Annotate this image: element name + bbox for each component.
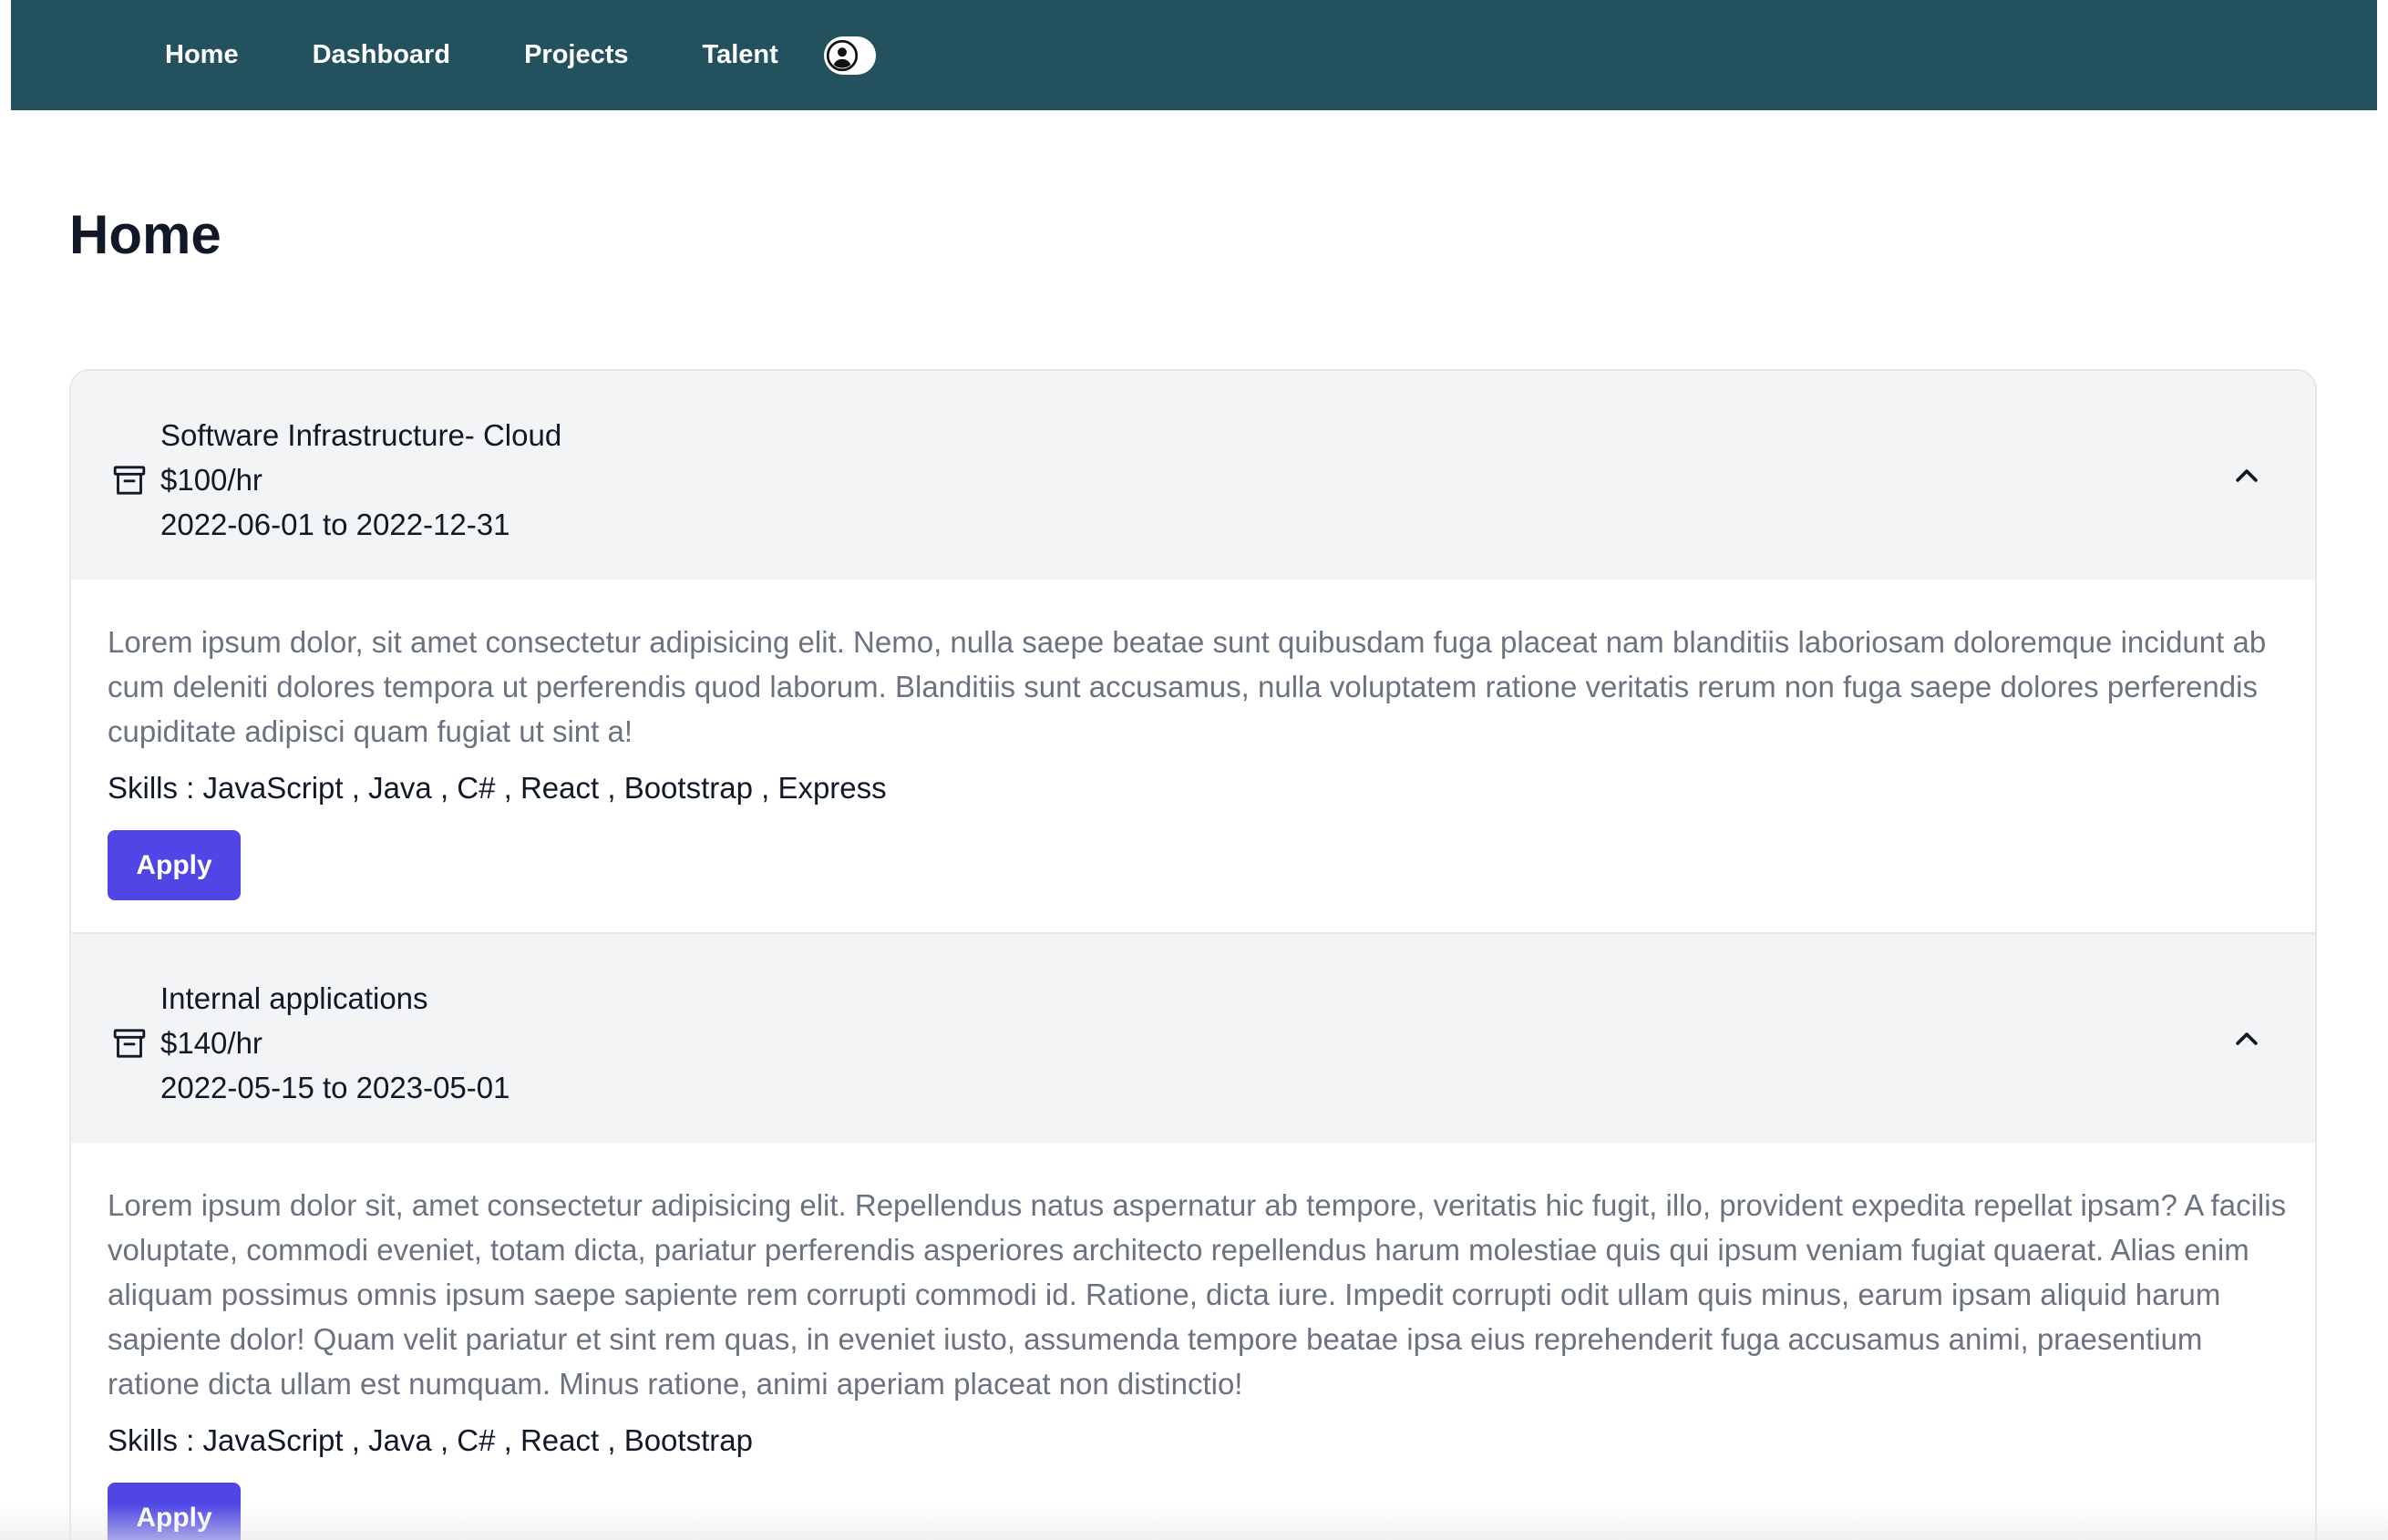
projects-accordion: Software Infrastructure- Cloud $100/hr 2… (69, 369, 2317, 1540)
nav-link-home[interactable]: Home (165, 42, 239, 68)
project-name: Software Infrastructure- Cloud (160, 418, 562, 452)
nav-link-projects[interactable]: Projects (524, 42, 628, 68)
project-header[interactable]: Internal applications $140/hr 2022-05-15… (71, 932, 2315, 1143)
project-summary: Internal applications $140/hr 2022-05-15… (160, 976, 510, 1110)
project-description: Lorem ipsum dolor sit, amet consectetur … (108, 1188, 2287, 1401)
page-title: Home (69, 204, 221, 265)
project-item: Software Infrastructure- Cloud $100/hr 2… (71, 371, 2315, 932)
project-dates: 2022-06-01 to 2022-12-31 (160, 508, 510, 541)
project-body: Lorem ipsum dolor sit, amet consectetur … (71, 1143, 2315, 1540)
apply-button[interactable]: Apply (108, 830, 241, 900)
top-navbar: Home Dashboard Projects Talent (11, 0, 2377, 110)
page: Home Dashboard Projects Talent Home Soft… (0, 0, 2388, 1540)
chevron-up-icon[interactable] (2231, 460, 2262, 491)
project-summary: Software Infrastructure- Cloud $100/hr 2… (160, 413, 561, 547)
project-skills: Skills : JavaScript , Java , C# , React … (108, 771, 887, 805)
nav-link-dashboard[interactable]: Dashboard (313, 42, 450, 68)
project-name: Internal applications (160, 981, 428, 1015)
project-body: Lorem ipsum dolor, sit amet consectetur … (71, 580, 2315, 932)
user-circle-icon (825, 38, 859, 72)
archive-box-icon (113, 466, 146, 495)
project-rate: $140/hr (160, 1026, 262, 1060)
apply-button[interactable]: Apply (108, 1483, 241, 1540)
archive-box-icon (113, 1029, 146, 1058)
project-rate: $100/hr (160, 463, 262, 497)
project-skills: Skills : JavaScript , Java , C# , React … (108, 1423, 753, 1457)
project-dates: 2022-05-15 to 2023-05-01 (160, 1071, 510, 1104)
project-description: Lorem ipsum dolor, sit amet consectetur … (108, 625, 2267, 748)
nav-link-talent[interactable]: Talent (703, 42, 778, 68)
chevron-up-icon[interactable] (2231, 1023, 2262, 1054)
project-header[interactable]: Software Infrastructure- Cloud $100/hr 2… (71, 371, 2315, 580)
project-item: Internal applications $140/hr 2022-05-15… (71, 932, 2315, 1540)
theme-toggle[interactable] (823, 36, 876, 75)
